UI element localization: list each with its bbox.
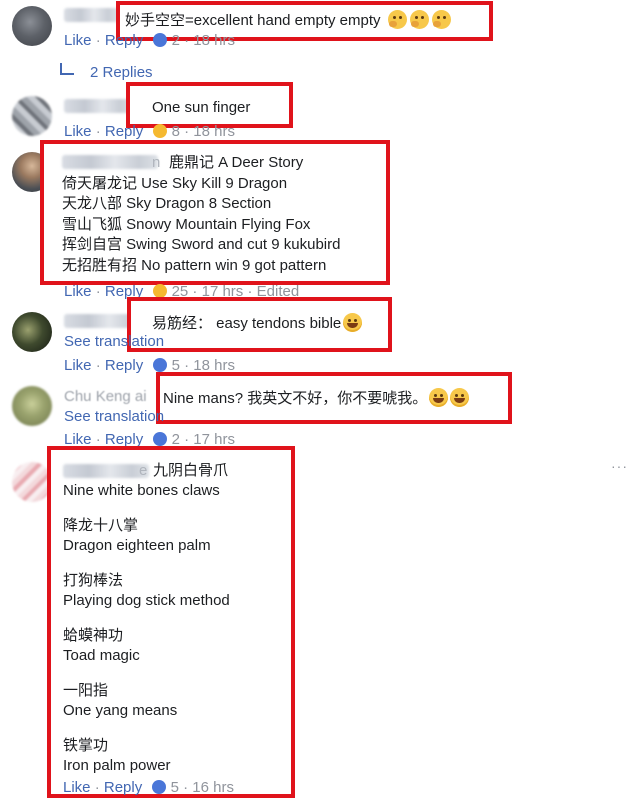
commenter-name-blurred[interactable] (64, 8, 119, 22)
comment-line: 一阳指 (63, 682, 109, 699)
commenter-name-blurred[interactable] (64, 99, 134, 113)
comment-line: 挥剑自宫 Swing Sword and cut 9 kukubird (62, 236, 341, 254)
haha-reaction-icon[interactable] (153, 284, 168, 298)
like-reaction-icon[interactable] (153, 432, 168, 446)
comment-line: 打狗棒法 (63, 572, 124, 589)
like-reaction-icon[interactable] (152, 780, 167, 794)
comment-line: 妙手空空=excellent hand empty empty (125, 12, 381, 29)
comment-text: One sun finger (152, 99, 251, 116)
like-button[interactable]: Like (64, 283, 92, 300)
comment-line: 无招胜有招 No pattern win 9 got pattern (62, 256, 327, 274)
timestamp[interactable]: 16 hrs (192, 779, 234, 796)
reaction-count[interactable]: 8 (172, 123, 180, 140)
comment-line: Toad magic (63, 647, 140, 664)
see-translation-link[interactable]: See translation (64, 408, 164, 426)
comment-actions: Like · Reply 2 · 18 hrs (64, 32, 235, 49)
comment-line: 倚天屠龙记 Use Sky Kill 9 Dragon (62, 174, 288, 192)
comment-actions: Like · Reply 8 · 18 hrs (64, 123, 235, 140)
more-options-icon[interactable]: ··· (611, 458, 628, 474)
avatar[interactable] (12, 462, 52, 502)
view-replies-link[interactable]: 2 Replies (60, 63, 153, 82)
reply-button[interactable]: Reply (104, 779, 142, 796)
comment-line: 雪山飞狐 Snowy Mountain Flying Fox (62, 215, 311, 233)
reply-button[interactable]: Reply (105, 123, 143, 140)
comment-line: 易筋经： easy tendons bible (152, 315, 342, 332)
like-reaction-icon[interactable] (153, 33, 168, 47)
reply-button[interactable]: Reply (105, 357, 143, 374)
comment-line: Nine mans? 我英文不好，你不要唬我。 (163, 390, 428, 407)
comment-line: Playing dog stick method (63, 592, 230, 609)
avatar[interactable] (12, 96, 52, 136)
comment-text: 易筋经： easy tendons bible (152, 313, 363, 333)
reaction-count[interactable]: 5 (171, 779, 179, 796)
like-button[interactable]: Like (63, 779, 91, 796)
comment-text: e 九阴白骨爪 Nine white bones claws 降龙十八掌 Dra… (63, 462, 230, 777)
haha-reaction-icon[interactable] (153, 124, 168, 138)
like-button[interactable]: Like (64, 123, 92, 140)
timestamp[interactable]: 18 hrs (193, 32, 235, 49)
grinning-face-icon (450, 388, 470, 407)
commenter-name-fragment[interactable]: e (139, 462, 147, 480)
thinking-face-icon (387, 10, 407, 29)
comment-text: n 鹿鼎记 A Deer Story 倚天屠龙记 Use Sky Kill 9 … (62, 153, 340, 277)
like-button[interactable]: Like (64, 357, 92, 374)
like-reaction-icon[interactable] (153, 358, 168, 372)
comment-line: 天龙八部 Sky Dragon 8 Section (62, 195, 272, 213)
like-button[interactable]: Like (64, 32, 92, 49)
thinking-face-icon (431, 10, 451, 29)
avatar[interactable] (12, 386, 52, 426)
commenter-name[interactable]: Chu Keng ai (64, 388, 147, 406)
reply-button[interactable]: Reply (105, 32, 143, 49)
reaction-count[interactable]: 2 (172, 32, 180, 49)
comment-text: Nine mans? 我英文不好，你不要唬我。 (163, 388, 470, 408)
thinking-face-icon (409, 10, 429, 29)
comment-line: Dragon eighteen palm (63, 537, 211, 554)
commenter-name-fragment[interactable]: n (152, 153, 160, 174)
grinning-face-icon (429, 388, 449, 407)
timestamp[interactable]: 18 hrs (193, 123, 235, 140)
comment-line: Nine white bones claws (63, 482, 220, 499)
reply-arrow-icon (60, 63, 74, 75)
comment-text: 妙手空空=excellent hand empty empty (125, 10, 451, 30)
comment-line: 铁掌功 (63, 737, 109, 754)
comment-line: Iron palm power (63, 757, 171, 774)
comment-line: 鹿鼎记 A Deer Story (169, 154, 304, 171)
see-translation-link[interactable]: See translation (64, 333, 164, 351)
avatar[interactable] (12, 6, 52, 46)
grinning-face-icon (343, 313, 363, 332)
avatar[interactable] (12, 312, 52, 352)
replies-count-label[interactable]: 2 Replies (90, 64, 153, 81)
comment-line: One yang means (63, 702, 178, 719)
comment-line: 降龙十八掌 (63, 517, 139, 534)
comment-actions: Like · Reply 5 · 16 hrs (63, 779, 234, 796)
comment-line: 蛤蟆神功 (63, 627, 124, 644)
